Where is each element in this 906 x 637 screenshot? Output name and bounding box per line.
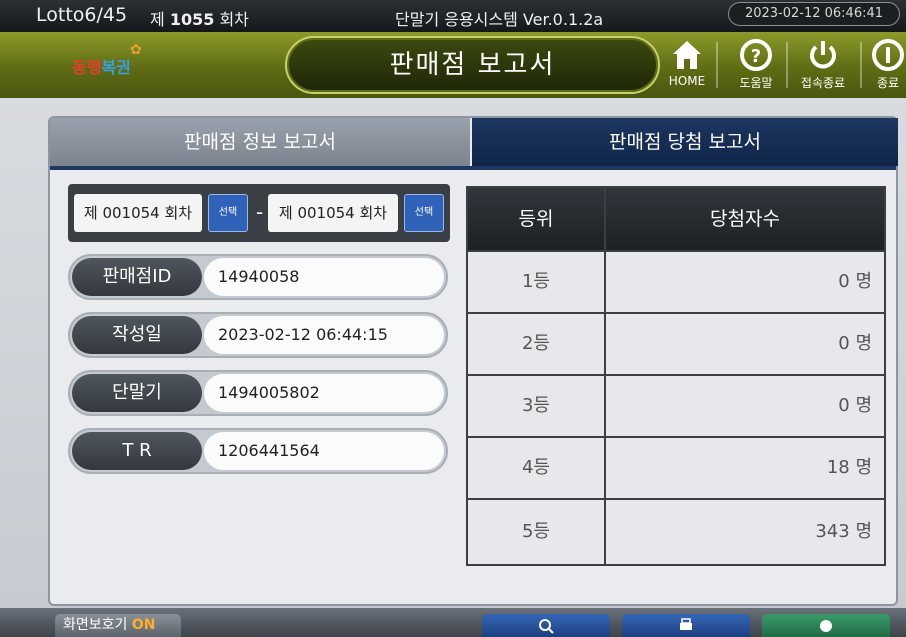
- home-icon: [673, 41, 701, 69]
- exit-label: 종료: [876, 76, 900, 90]
- table-row-count: 18 명: [606, 438, 884, 498]
- bottom-button-close[interactable]: [762, 614, 890, 637]
- svg-text:?: ?: [751, 46, 761, 67]
- round-from-select-button[interactable]: 선택: [208, 194, 248, 232]
- tr-label: T R: [72, 432, 202, 470]
- info-row-created-date: 작성일 2023-02-12 06:44:15: [68, 312, 448, 358]
- terminal-value: 1494005802: [204, 374, 444, 412]
- terminal-label: 단말기: [72, 374, 202, 412]
- home-button[interactable]: HOME: [664, 38, 710, 94]
- tab-store-win-report[interactable]: 판매점 당첨 보고서: [472, 118, 898, 166]
- screen-saver-label: 화면보호기: [63, 617, 128, 633]
- created-date-label: 작성일: [72, 316, 202, 354]
- range-dash: -: [256, 200, 264, 224]
- header-divider: [860, 42, 862, 88]
- table-row-count: 343 명: [606, 500, 884, 564]
- table-row-rank: 1등: [468, 252, 604, 312]
- round-number: 1055: [169, 10, 215, 29]
- main-content: 판매점 정보 보고서 판매점 당첨 보고서 제 001054 회차 선택 - 제…: [0, 98, 906, 637]
- power-icon: [810, 41, 836, 69]
- bottom-bar: 화면보호기 ON: [0, 608, 906, 637]
- datetime-display: 2023-02-12 06:46:41: [728, 2, 900, 26]
- print-icon: [680, 618, 692, 630]
- system-version: 단말기 응용시스템 Ver.0.1.2a: [395, 10, 604, 29]
- circle-icon: [820, 620, 832, 632]
- tr-value: 1206441564: [204, 432, 444, 470]
- round-from-field[interactable]: 제 001054 회차: [74, 194, 202, 232]
- screen-saver-state: ON: [131, 617, 156, 633]
- round-to-select-button[interactable]: 선택: [404, 194, 444, 232]
- table-header-rank: 등위: [468, 188, 604, 250]
- store-id-label: 판매점ID: [72, 258, 202, 296]
- table-row-count: 0 명: [606, 314, 884, 374]
- logo-mark-icon: ✿: [130, 42, 142, 58]
- table-row-count: 0 명: [606, 376, 884, 436]
- table-row-count: 0 명: [606, 252, 884, 312]
- search-icon: [539, 619, 554, 634]
- round-prefix: 제: [150, 10, 165, 29]
- lottery-logo: 동행복권 ✿: [72, 42, 142, 78]
- tab-store-info-report[interactable]: 판매점 정보 보고서: [50, 118, 470, 166]
- help-label: 도움말: [739, 76, 773, 90]
- game-name: Lotto6/45: [36, 4, 128, 26]
- table-row-rank: 3등: [468, 376, 604, 436]
- logout-button[interactable]: 접속종료: [794, 38, 852, 94]
- logo-text-1: 동행: [72, 58, 102, 77]
- round-range-selector: 제 001054 회차 선택 - 제 001054 회차 선택: [68, 184, 450, 242]
- bottom-button-search[interactable]: [482, 614, 610, 637]
- help-button[interactable]: ? 도움말: [732, 38, 780, 94]
- report-panel: 판매점 정보 보고서 판매점 당첨 보고서 제 001054 회차 선택 - 제…: [48, 116, 898, 606]
- info-row-tr: T R 1206441564: [68, 428, 448, 474]
- table-row-rank: 5등: [468, 500, 604, 564]
- store-id-value: 14940058: [204, 258, 444, 296]
- logo-text-2: 복권: [101, 58, 131, 77]
- info-row-terminal: 단말기 1494005802: [68, 370, 448, 416]
- table-header-count: 당첨자수: [606, 188, 884, 250]
- current-round: 제 1055 회차: [150, 6, 249, 30]
- header-band: 동행복권 ✿ 판매점 보고서 HOME ? 도움말 접속종료 종료: [0, 32, 906, 98]
- exit-icon: [872, 39, 904, 71]
- table-row-rank: 2등: [468, 314, 604, 374]
- tab-underline: [50, 166, 896, 170]
- info-row-store-id: 판매점ID 14940058: [68, 254, 448, 300]
- home-label: HOME: [668, 74, 706, 88]
- winners-table: 등위 당첨자수 1등 0 명 2등 0 명 3등 0 명 4등 18 명 5등 …: [466, 186, 886, 566]
- screen-saver-toggle[interactable]: 화면보호기 ON: [55, 614, 181, 637]
- help-icon: ?: [740, 39, 772, 71]
- page-title: 판매점 보고서: [285, 36, 660, 94]
- round-suffix: 회차: [219, 10, 249, 29]
- exit-button[interactable]: 종료: [870, 38, 906, 94]
- header-divider: [786, 42, 788, 88]
- logout-label: 접속종료: [800, 76, 846, 90]
- bottom-button-print[interactable]: [622, 614, 750, 637]
- status-bar: Lotto6/45 제 1055 회차 단말기 응용시스템 Ver.0.1.2a…: [0, 0, 906, 32]
- header-divider: [716, 42, 718, 88]
- created-date-value: 2023-02-12 06:44:15: [204, 316, 444, 354]
- round-to-field[interactable]: 제 001054 회차: [268, 194, 398, 232]
- table-row-rank: 4등: [468, 438, 604, 498]
